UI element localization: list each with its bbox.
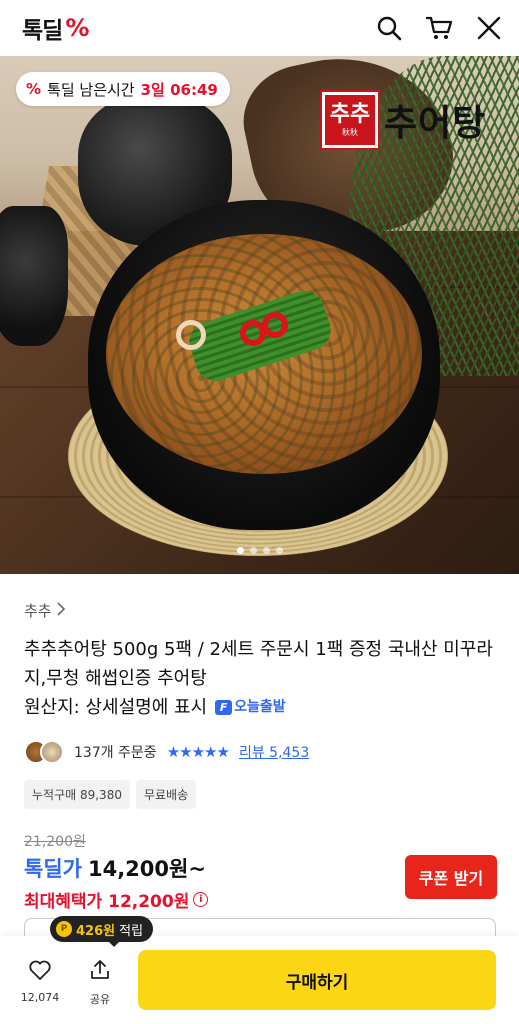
talkdeal-mark-icon: %: [26, 80, 42, 98]
point-coin-icon: P: [56, 921, 72, 937]
deal-timer-badge: % 톡딜 남은시간 3일 06:49: [16, 72, 230, 106]
brand-seal-subtext: 秋秋: [342, 127, 358, 137]
share-label: 공유: [89, 993, 111, 1006]
deal-label: 톡딜가: [24, 857, 82, 881]
brand-seal-text: 추추: [329, 101, 371, 127]
coupon-button[interactable]: 쿠폰 받기: [405, 855, 497, 899]
buy-button[interactable]: 구매하기: [138, 950, 496, 1010]
like-button[interactable]: 12,074: [18, 958, 62, 1004]
brand-stamp: 추추 秋秋 추어탕: [320, 90, 487, 150]
search-icon[interactable]: [375, 14, 403, 42]
tag-chips: 누적구매 89,380 무료배송: [24, 780, 495, 809]
squid-ring: [176, 320, 206, 350]
share-icon: [88, 958, 112, 985]
close-icon[interactable]: [475, 14, 503, 42]
original-price: 21,200원: [24, 834, 86, 850]
origin-text: 원산지: 상세설명에 표시: [24, 697, 208, 718]
logo-mark: %: [65, 14, 89, 42]
brand-store-link[interactable]: 추추: [24, 600, 495, 621]
share-button[interactable]: 공유: [78, 958, 122, 1007]
orders-count: 137개 주문중: [74, 745, 157, 761]
product-title: 추추추어탕 500g 5팩 / 2세트 주문시 1팩 증정 국내산 미꾸라지,무…: [24, 639, 493, 689]
review-link[interactable]: 리뷰 5,453: [239, 742, 309, 762]
carousel-dot[interactable]: [262, 547, 270, 554]
carousel-dot[interactable]: [275, 547, 283, 554]
chili-slice: [262, 312, 288, 338]
cumulative-purchase-chip: 누적구매 89,380: [24, 780, 130, 809]
heart-icon: [28, 958, 52, 985]
buyer-thumbnails: [24, 740, 64, 764]
carousel-indicator: [236, 547, 283, 554]
free-shipping-chip: 무료배송: [135, 780, 197, 809]
brand-seal-logo: 추추 秋秋: [320, 90, 380, 150]
cart-icon[interactable]: [425, 14, 453, 42]
deal-price: 14,200원~: [87, 857, 206, 881]
points-suffix: 적립: [119, 923, 144, 939]
star-rating-icon: ★★★★★: [166, 743, 230, 761]
brand-name-text: 추어탕: [384, 102, 487, 144]
chevron-right-icon: [56, 601, 66, 620]
points-amount: 426원: [76, 923, 116, 939]
timer-value: 3일 06:49: [140, 80, 218, 99]
brand-link-label: 추추: [24, 602, 52, 620]
carousel-dot[interactable]: [236, 547, 244, 554]
today-shipping-badge: F 오늘출발: [215, 693, 286, 722]
logo-text: 톡딜: [22, 18, 63, 44]
buyer-thumbnail: [40, 740, 64, 764]
fast-delivery-icon: F: [215, 700, 233, 715]
like-count: 12,074: [20, 991, 60, 1004]
today-shipping-label: 오늘출발: [234, 699, 286, 715]
carousel-dot[interactable]: [249, 547, 257, 554]
clay-cup: [0, 206, 68, 346]
points-tooltip: P 426원 적립: [50, 916, 154, 947]
stats-row: 137개 주문중 ★★★★★ 리뷰 5,453: [24, 740, 495, 764]
top-header: 톡딜 %: [0, 0, 519, 56]
origin-row: 원산지: 상세설명에 표시 F 오늘출발: [24, 693, 495, 722]
talkdeal-logo[interactable]: 톡딜 %: [22, 11, 89, 45]
timer-label: 톡딜 남은시간: [47, 80, 135, 99]
max-benefit-price: 최대혜택가 12,200원: [24, 892, 190, 912]
info-icon[interactable]: i: [193, 892, 209, 907]
